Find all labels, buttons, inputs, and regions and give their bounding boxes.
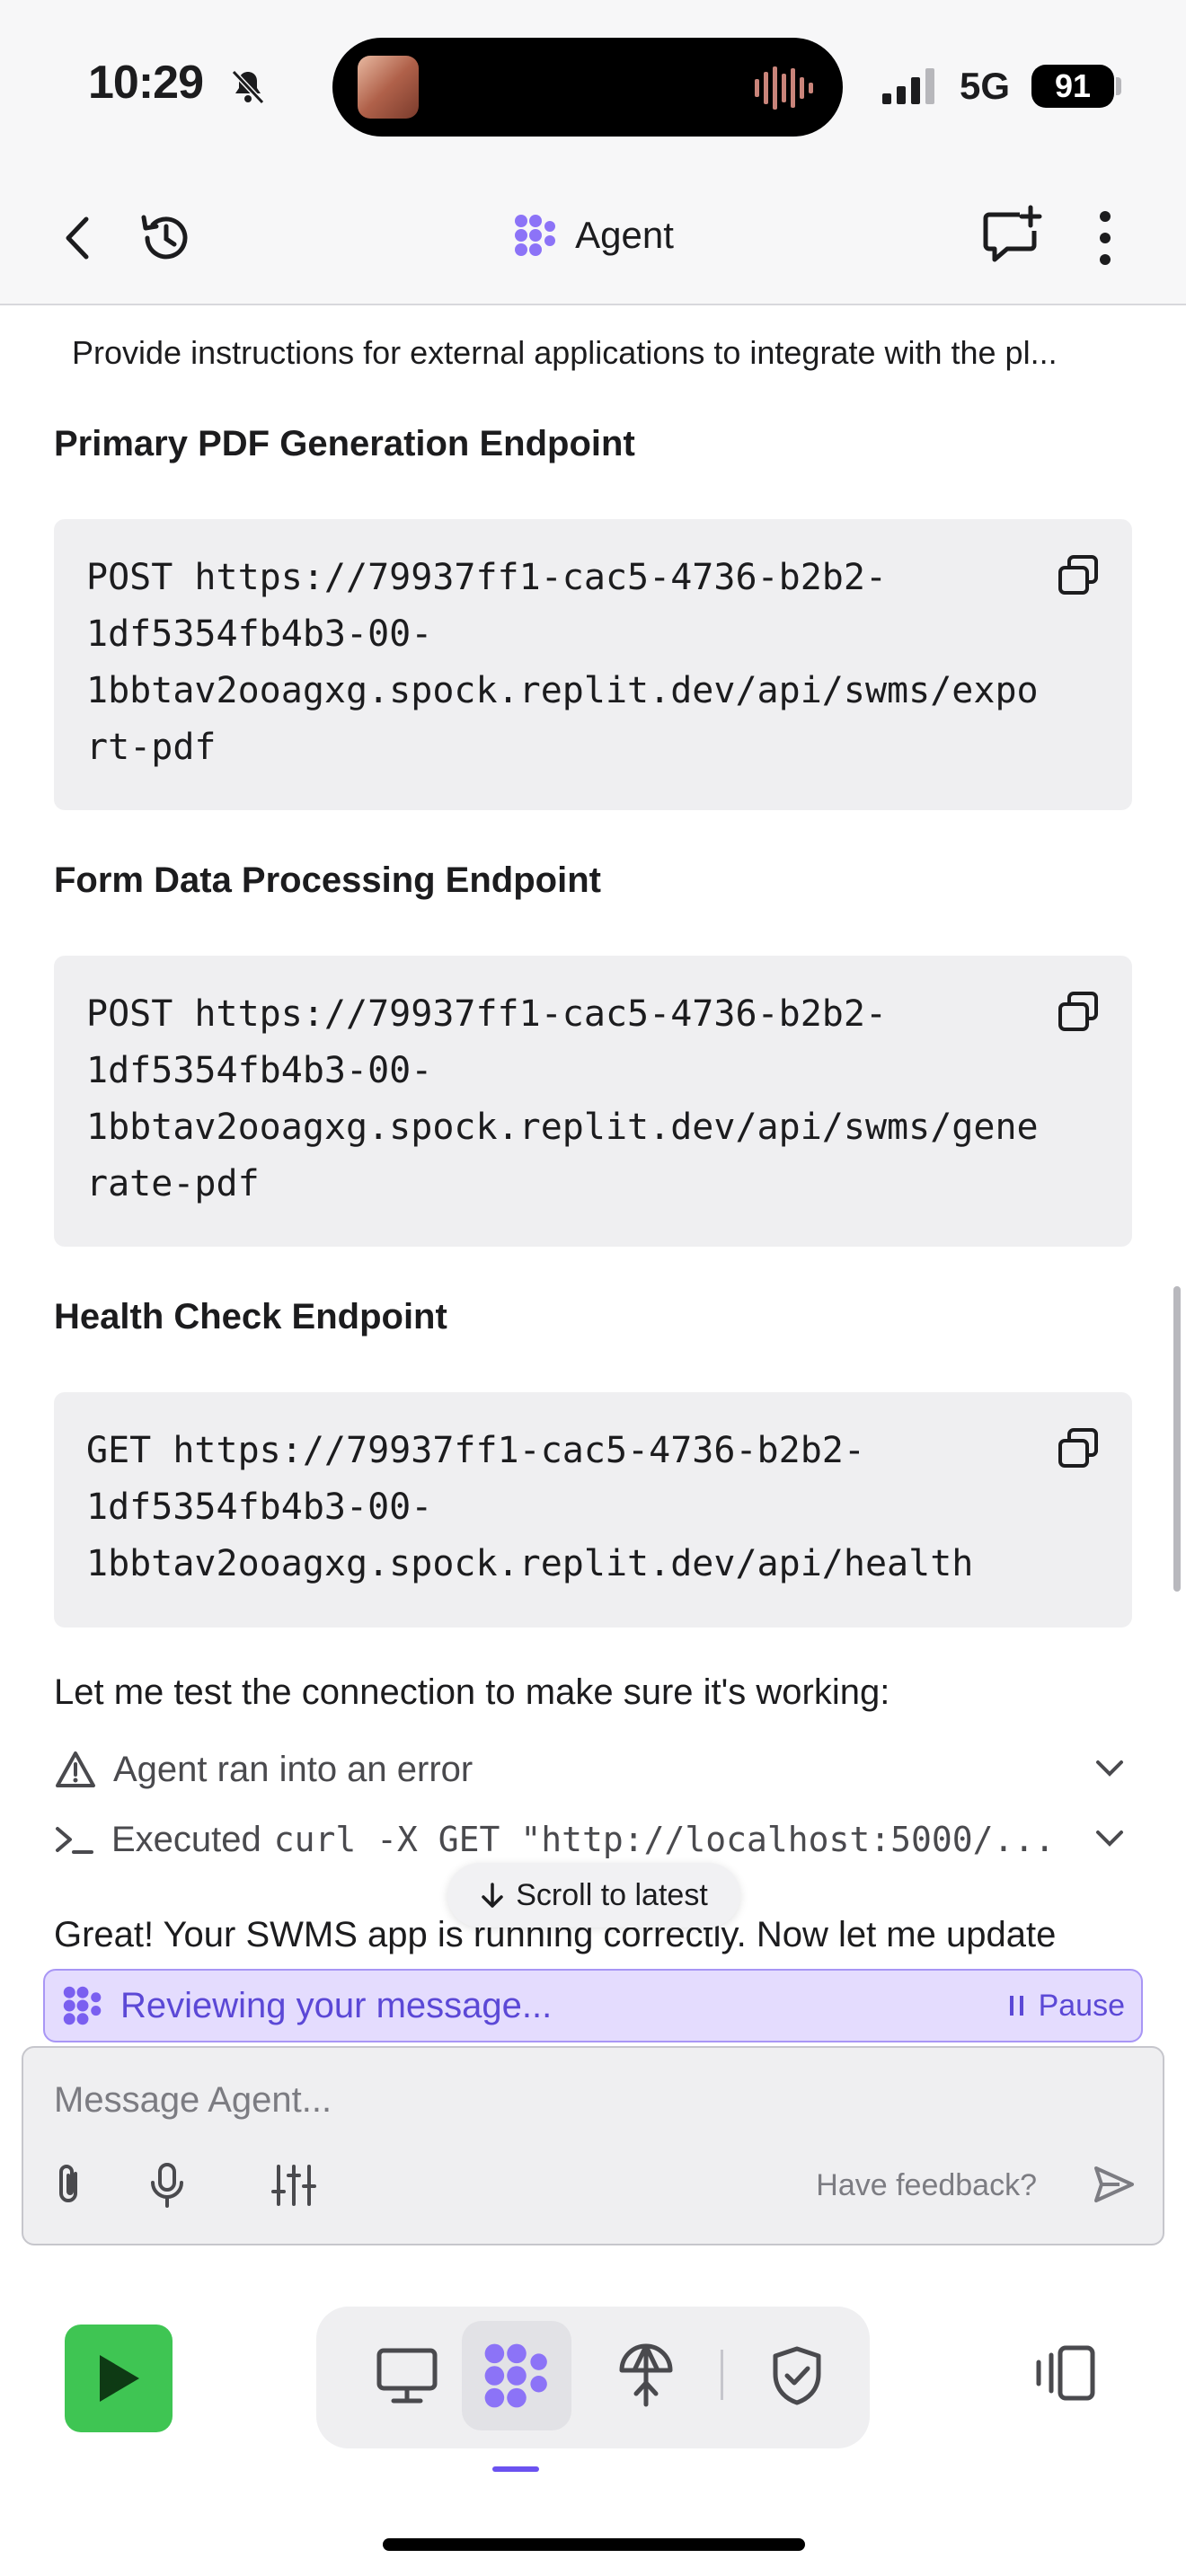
arrow-down-icon [482,1883,503,1908]
reviewing-status-bar: Reviewing your message... Pause [43,1969,1143,2042]
attach-icon[interactable] [50,2163,86,2208]
more-button[interactable] [1087,207,1123,269]
agent-tab[interactable] [462,2321,571,2430]
copy-icon[interactable] [1057,1426,1100,1469]
audio-wave-icon [755,66,813,110]
battery-indicator: 91 [1031,65,1114,108]
security-tab[interactable] [742,2321,852,2430]
chevron-down-icon [1096,1831,1123,1847]
now-playing-artwork [358,56,419,119]
page-title: Agent [575,214,674,256]
code-text: GET https://79937ff1-cac5-4736-b2b2- 1df… [86,1430,974,1584]
layout-toggle-button[interactable] [1030,2344,1098,2406]
network-type: 5G [960,65,1011,107]
more-icon [1100,211,1111,265]
home-indicator[interactable] [383,2538,805,2551]
desktop-icon [376,2348,438,2404]
warning-icon [56,1751,95,1787]
error-row[interactable]: Agent ran into an error [54,1742,1132,1796]
copy-icon[interactable] [1057,990,1100,1033]
active-tab-indicator [492,2466,539,2472]
status-time: 10:29 [88,57,204,109]
send-icon[interactable] [1093,2165,1136,2204]
signal-icon [882,68,934,104]
shield-icon [773,2346,821,2405]
workspace-tool-group [316,2307,870,2448]
agent-logo-icon [63,1986,102,2025]
scrollbar[interactable] [1173,1286,1181,1592]
executed-command: curl -X GET "http://localhost:5000/... [273,1820,1056,1859]
tool-divider [721,2350,723,2400]
code-block: GET https://79937ff1-cac5-4736-b2b2- 1df… [54,1392,1132,1628]
terminal-icon [56,1827,93,1854]
code-block: POST https://79937ff1-cac5-4736-b2b2- 1d… [54,956,1132,1247]
deploy-icon [619,2343,673,2407]
pause-icon [1009,1996,1023,2016]
status-bar: 10:29 5G 91 [0,0,1186,171]
message-input[interactable]: Message Agent... [54,2080,332,2121]
agent-logo-icon [515,215,556,256]
code-text: POST https://79937ff1-cac5-4736-b2b2- 1d… [86,557,1039,768]
bottom-toolbar [0,2245,1186,2576]
scroll-to-latest-label: Scroll to latest [516,1877,708,1912]
battery-cap [1116,77,1121,95]
user-prompt-preview[interactable]: Provide instructions for external applic… [72,334,1058,372]
new-chat-icon [983,205,1042,262]
chevron-down-icon [1096,1760,1123,1777]
settings-sliders-icon[interactable] [271,2163,316,2208]
error-label: Agent ran into an error [113,1749,474,1789]
section-heading: Primary PDF Generation Endpoint [54,424,635,463]
section-heading: Form Data Processing Endpoint [54,860,601,900]
executed-command-row[interactable]: Executed curl -X GET "http://localhost:5… [54,1813,1132,1866]
deploy-tab[interactable] [591,2321,701,2430]
reviewing-text: Reviewing your message... [120,1985,553,2025]
code-block: POST https://79937ff1-cac5-4736-b2b2- 1d… [54,519,1132,810]
agent-icon [484,2343,547,2408]
scroll-to-latest-button[interactable]: Scroll to latest [447,1863,740,1928]
code-text: POST https://79937ff1-cac5-4736-b2b2- 1d… [86,993,1039,1204]
section-heading: Health Check Endpoint [54,1297,447,1337]
copy-icon[interactable] [1057,553,1100,596]
pause-label: Pause [1038,1988,1125,2023]
dynamic-island[interactable] [332,38,843,137]
executed-label: Executed [111,1819,261,1859]
mic-icon[interactable] [149,2163,185,2208]
preview-tab[interactable] [352,2321,462,2430]
silent-bell-icon [231,69,265,105]
new-chat-button[interactable] [979,203,1044,268]
run-button[interactable] [65,2325,173,2432]
top-nav: Agent [0,171,1186,305]
message-text: Let me test the connection to make sure … [54,1672,890,1712]
feedback-link[interactable]: Have feedback? [816,2168,1037,2203]
layout-icon [1036,2345,1095,2401]
pause-button[interactable]: Pause [1008,1989,1125,2024]
chat-content[interactable]: Provide instructions for external applic… [0,307,1186,2042]
message-composer[interactable]: Message Agent... Have feedback? [22,2046,1164,2245]
play-icon [100,2355,139,2402]
